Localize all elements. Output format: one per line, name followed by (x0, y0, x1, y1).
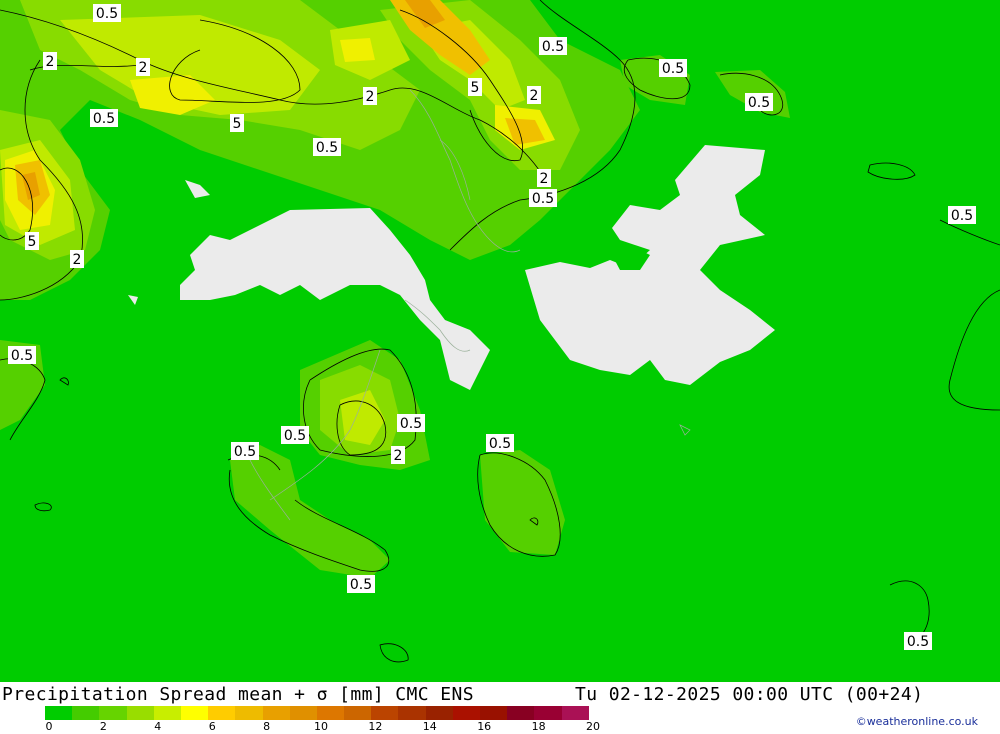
legend-swatch (180, 706, 209, 720)
contour-label: 0.5 (748, 95, 770, 111)
legend-swatch (262, 706, 290, 720)
contour-label: 2 (139, 60, 148, 76)
contour-label: 2 (366, 89, 375, 105)
legend-tick-label: 16 (477, 720, 492, 733)
contour-label: 0.5 (542, 39, 564, 55)
contour-label: 5 (471, 80, 480, 96)
contour-label: 0.5 (93, 111, 115, 127)
legend-tick-label: 10 (314, 720, 328, 733)
legend-swatch (153, 706, 181, 720)
legend-tick-label: 14 (422, 720, 437, 733)
contour-label: 0.5 (234, 444, 256, 460)
legend-tick-label: 4 (154, 720, 162, 733)
map-title: Precipitation Spread mean + σ [mm] CMC E… (2, 684, 474, 705)
contour-label: 0.5 (662, 61, 684, 77)
contour-label: 5 (28, 234, 37, 250)
contour-label: 0.5 (284, 428, 306, 444)
contour-label: 0.5 (907, 634, 929, 650)
contour-label: 0.5 (489, 436, 511, 452)
credit-link[interactable]: ©weatheronline.co.uk (856, 715, 978, 728)
legend-swatch (480, 706, 508, 720)
contour-label: 2 (73, 252, 82, 268)
legend-swatch (208, 706, 236, 720)
legend-swatch (316, 706, 345, 720)
legend-tick-label: 0 (45, 720, 53, 733)
legend-swatch (452, 706, 480, 720)
legend-swatch (507, 706, 535, 720)
legend-swatch (344, 706, 372, 720)
contour-label: 0.5 (532, 191, 554, 207)
contour-label: 2 (540, 171, 549, 187)
legend-swatch (72, 706, 100, 720)
contour-label: 5 (233, 116, 242, 132)
map-footer: Precipitation Spread mean + σ [mm] CMC E… (0, 682, 1000, 733)
contour-label: 0.5 (11, 348, 33, 364)
legend-swatch (425, 706, 453, 720)
legend-swatch (99, 706, 127, 720)
legend-tick-label: 8 (263, 720, 271, 733)
contour-label: 0.5 (96, 6, 118, 22)
legend-swatch (398, 706, 426, 720)
contour-label: 2 (530, 88, 539, 104)
legend-tick-label: 6 (208, 720, 216, 733)
legend-swatch (45, 706, 73, 720)
legend-swatch (235, 706, 263, 720)
legend-swatch (371, 706, 399, 720)
legend-swatch (561, 706, 589, 720)
contour-label: 0.5 (316, 140, 338, 156)
color-legend (45, 706, 589, 720)
legend-tick-label: 2 (99, 720, 107, 733)
legend-swatch (126, 706, 154, 720)
legend-swatch (289, 706, 317, 720)
legend-tick-label: 18 (531, 720, 546, 733)
legend-ticks: 0 2 4 6 8 10 12 14 16 18 20 (0, 720, 700, 734)
contour-label: 0.5 (400, 416, 422, 432)
legend-tick-label: 20 (586, 720, 600, 733)
legend-tick-label: 12 (368, 720, 383, 733)
valid-time: Tu 02-12-2025 00:00 UTC (00+24) (575, 684, 924, 705)
contour-label: 2 (46, 54, 55, 70)
contour-label: 0.5 (951, 208, 973, 224)
precipitation-map: 0.5 2 2 0.5 0.5 0.5 2 5 5 2 0.5 0.5 0.5 … (0, 0, 1000, 682)
contour-label: 0.5 (350, 577, 372, 593)
contour-label: 2 (394, 448, 403, 464)
legend-swatch (534, 706, 562, 720)
